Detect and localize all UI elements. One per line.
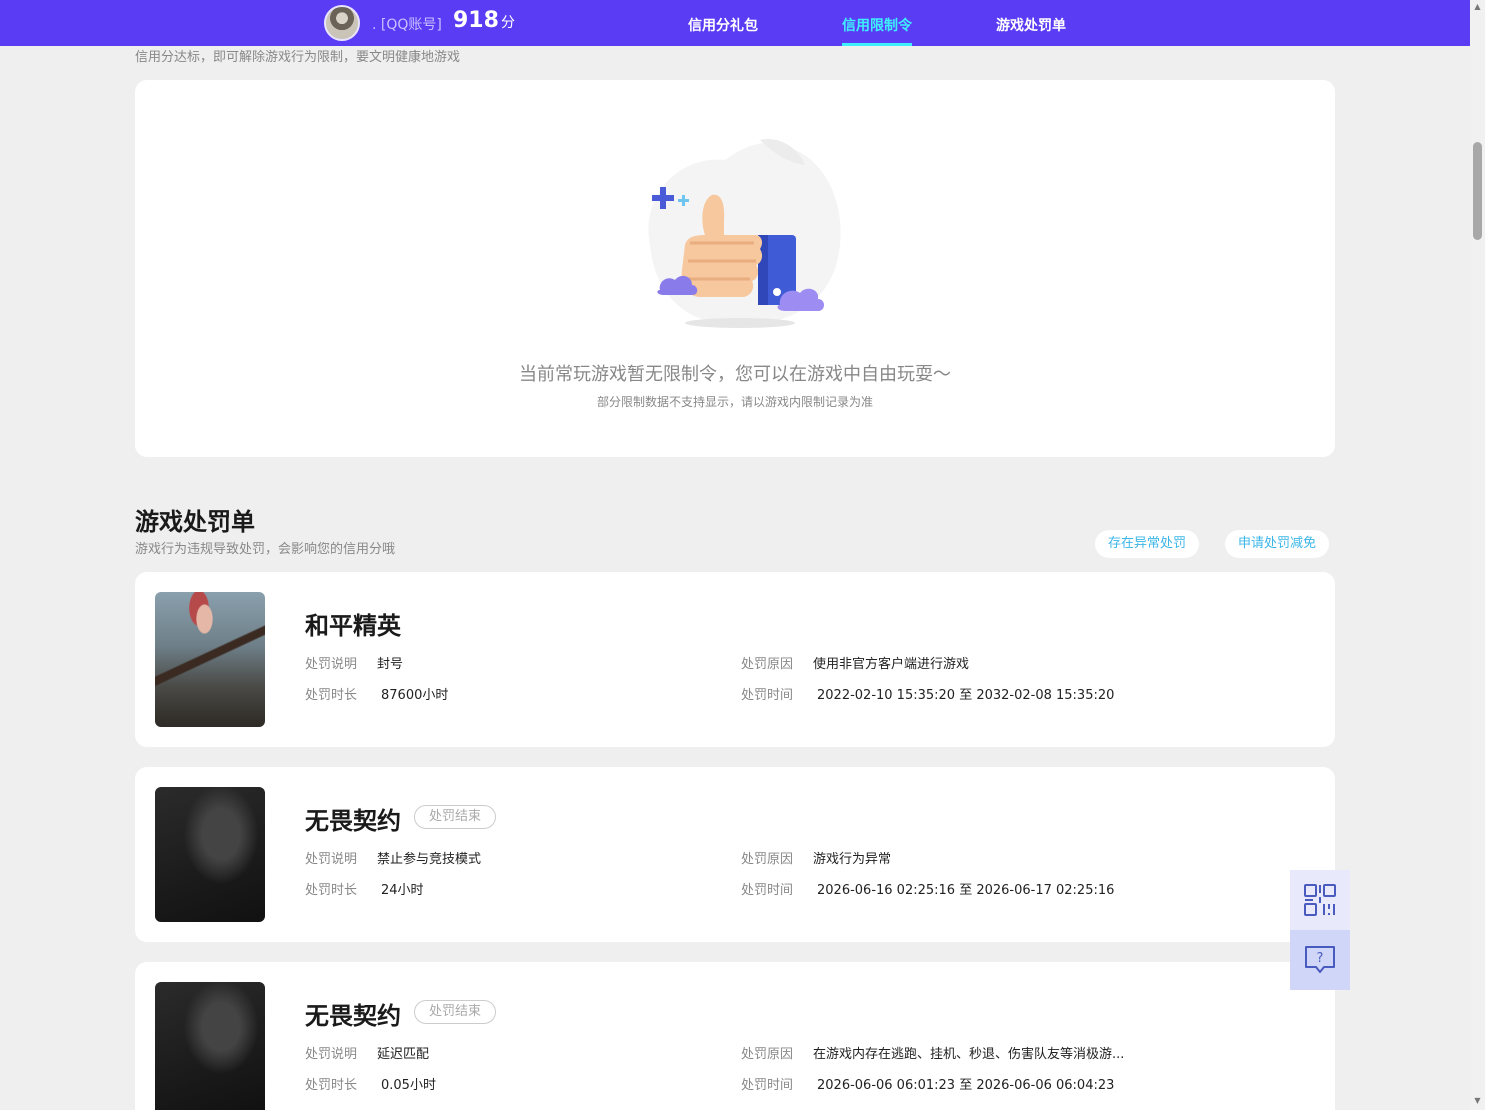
- time-label: 处罚时间: [741, 688, 794, 703]
- duration-label: 处罚时长: [305, 688, 358, 703]
- score-value: 918: [453, 8, 499, 33]
- status-badge: 处罚结束: [414, 1000, 497, 1024]
- duration-value: 0.05小时: [381, 1078, 436, 1093]
- nav-tab-penalty[interactable]: 游戏处罚单: [996, 15, 1066, 35]
- desc-value: 封号: [377, 657, 404, 672]
- top-nav-bar: . [QQ账号] 918 分 信用分礼包 信用限制令 游戏处罚单: [0, 0, 1470, 46]
- desc-value: 延迟匹配: [377, 1047, 430, 1062]
- restriction-subtitle: 信用分达标，即可解除游戏行为限制，要文明健康地游戏: [135, 50, 461, 65]
- floating-tools: ?: [1290, 870, 1350, 990]
- reason-label: 处罚原因: [741, 1047, 794, 1062]
- penalty-card: 和平精英 处罚说明 封号 处罚原因 使用非官方客户端进行游戏 处罚时长 8760…: [135, 572, 1335, 747]
- game-thumbnail: [155, 787, 265, 922]
- game-name: 无畏契约: [305, 807, 401, 835]
- duration-label: 处罚时长: [305, 1078, 358, 1093]
- help-chat-icon: ?: [1305, 946, 1335, 973]
- score-unit: 分: [500, 15, 515, 31]
- nav-tab-restriction[interactable]: 信用限制令: [842, 15, 912, 35]
- reason-label: 处罚原因: [741, 852, 794, 867]
- empty-message: 当前常玩游戏暂无限制令，您可以在游戏中自由玩耍～: [519, 364, 951, 385]
- reason-label: 处罚原因: [741, 657, 794, 672]
- time-value: 2026-06-06 06:01:23 至 2026-06-06 06:04:2…: [817, 1078, 1115, 1093]
- nav-tab-gift[interactable]: 信用分礼包: [688, 15, 758, 35]
- qr-code-button[interactable]: [1290, 870, 1350, 930]
- desc-label: 处罚说明: [305, 852, 358, 867]
- page-scrollbar[interactable]: ▲ ▼: [1470, 0, 1485, 1110]
- scroll-thumb[interactable]: [1473, 142, 1482, 240]
- duration-label: 处罚时长: [305, 883, 358, 898]
- scroll-up-arrow[interactable]: ▲: [1473, 2, 1482, 11]
- svg-text:?: ?: [1317, 951, 1324, 966]
- game-thumbnail: [155, 982, 265, 1110]
- duration-value: 24小时: [381, 883, 424, 898]
- game-name: 和平精英: [305, 612, 401, 640]
- penalty-card: 无畏契约 处罚结束 处罚说明 禁止参与竞技模式 处罚原因 游戏行为异常 处罚时长…: [135, 767, 1335, 942]
- time-value: 2022-02-10 15:35:20 至 2032-02-08 15:35:2…: [817, 688, 1115, 703]
- credit-score: 918 分: [453, 8, 515, 33]
- abnormal-penalty-button[interactable]: 存在异常处罚: [1095, 530, 1200, 558]
- active-tab-indicator: [842, 43, 912, 46]
- reason-value: 游戏行为异常: [813, 852, 892, 867]
- reason-value: 使用非官方客户端进行游戏: [813, 657, 970, 672]
- empty-note: 部分限制数据不支持显示，请以游戏内限制记录为准: [596, 395, 873, 409]
- reason-value: 在游戏内存在逃跑、挂机、秒退、伤害队友等消极游...: [813, 1047, 1125, 1062]
- time-label: 处罚时间: [741, 1078, 794, 1093]
- game-name: 无畏契约: [305, 1002, 401, 1030]
- thumbs-up-illustration: [648, 139, 841, 328]
- penalty-section-title: 游戏处罚单: [135, 508, 255, 536]
- desc-label: 处罚说明: [305, 1047, 358, 1062]
- time-value: 2026-06-16 02:25:16 至 2026-06-17 02:25:1…: [817, 883, 1115, 898]
- apply-reduction-button[interactable]: 申请处罚减免: [1225, 530, 1330, 558]
- restriction-empty-card: 当前常玩游戏暂无限制令，您可以在游戏中自由玩耍～ 部分限制数据不支持显示，请以游…: [135, 80, 1335, 457]
- scroll-down-arrow[interactable]: ▼: [1473, 1096, 1482, 1105]
- account-label: . [QQ账号]: [372, 17, 442, 33]
- desc-label: 处罚说明: [305, 657, 358, 672]
- status-badge: 处罚结束: [414, 805, 497, 829]
- game-thumbnail: [155, 592, 265, 727]
- help-button[interactable]: ?: [1290, 930, 1350, 990]
- qr-code-icon: [1304, 884, 1336, 916]
- time-label: 处罚时间: [741, 883, 794, 898]
- duration-value: 87600小时: [381, 688, 449, 703]
- penalty-card: 无畏契约 处罚结束 处罚说明 延迟匹配 处罚原因 在游戏内存在逃跑、挂机、秒退、…: [135, 962, 1335, 1110]
- desc-value: 禁止参与竞技模式: [377, 852, 482, 867]
- avatar[interactable]: [324, 5, 360, 41]
- penalty-section-subtitle: 游戏行为违规导致处罚，会影响您的信用分哦: [135, 542, 396, 557]
